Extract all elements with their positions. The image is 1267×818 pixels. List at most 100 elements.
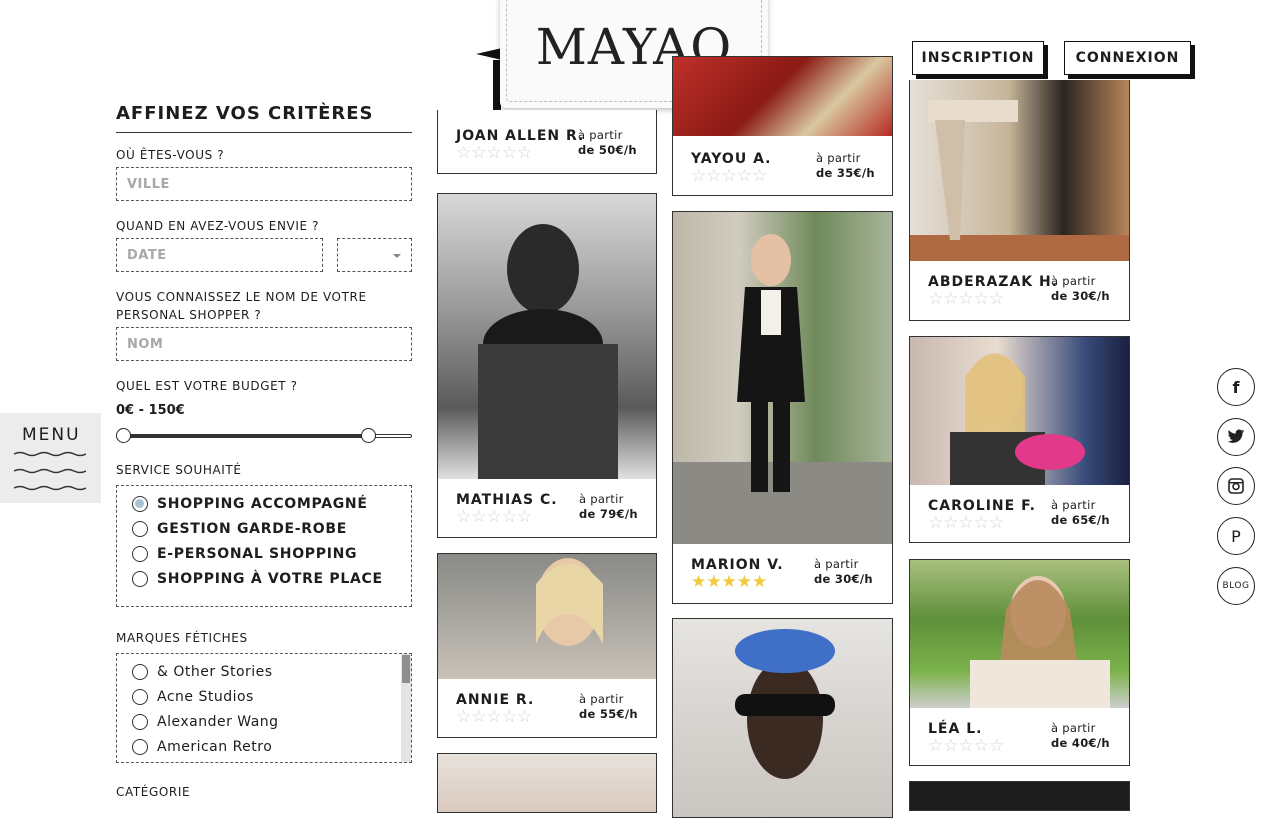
brands-label: MARQUES FÉTICHES bbox=[116, 631, 248, 645]
brand-option-label: American Retro bbox=[157, 739, 273, 755]
budget-range-value: 0€ - 150€ bbox=[116, 403, 185, 418]
inscription-button[interactable]: INSCRIPTION bbox=[912, 41, 1044, 75]
price-rate: de 40€/h bbox=[1051, 736, 1110, 750]
time-select[interactable] bbox=[337, 238, 412, 272]
radio-icon bbox=[132, 664, 148, 680]
date-input[interactable]: DATE bbox=[116, 238, 323, 272]
rating-stars-icon: ☆☆☆☆☆ bbox=[456, 707, 533, 727]
radio-icon bbox=[132, 689, 148, 705]
instagram-icon[interactable] bbox=[1217, 467, 1255, 505]
budget-label: QUEL EST VOTRE BUDGET ? bbox=[116, 379, 298, 393]
price-from: à partir bbox=[814, 557, 859, 571]
shopper-name-input[interactable]: NOM bbox=[116, 327, 412, 361]
shopper-card[interactable] bbox=[909, 781, 1130, 811]
brand-option[interactable]: & Other Stories bbox=[132, 664, 273, 680]
service-option-label: E-PERSONAL SHOPPING bbox=[157, 546, 358, 562]
when-label: QUAND EN AVEZ-VOUS ENVIE ? bbox=[116, 219, 320, 233]
twitter-bird-icon bbox=[1227, 429, 1245, 443]
pinterest-icon[interactable]: P bbox=[1217, 517, 1255, 555]
radio-icon bbox=[132, 521, 148, 537]
brands-scrollbar-thumb[interactable] bbox=[402, 655, 410, 683]
service-option[interactable]: E-PERSONAL SHOPPING bbox=[132, 546, 357, 562]
price-rate: de 30€/h bbox=[1051, 289, 1110, 303]
radio-icon bbox=[132, 571, 148, 587]
shopper-card[interactable] bbox=[437, 753, 657, 813]
shopper-card[interactable]: CAROLINE F. à partir de 65€/h ☆☆☆☆☆ bbox=[909, 336, 1130, 543]
twitter-icon[interactable] bbox=[1217, 418, 1255, 456]
shopper-photo bbox=[673, 212, 892, 544]
shopper-price: à partir de 40€/h bbox=[1051, 721, 1110, 751]
city-input[interactable]: VILLE bbox=[116, 167, 412, 201]
shopper-card[interactable]: ANNIE R. à partir de 55€/h ☆☆☆☆☆ bbox=[437, 553, 657, 738]
service-option[interactable]: SHOPPING ACCOMPAGNÉ bbox=[132, 496, 368, 512]
rating-stars-icon: ☆☆☆☆☆ bbox=[691, 166, 768, 186]
where-label: OÙ ÊTES-VOUS ? bbox=[116, 148, 225, 162]
budget-slider-max-handle[interactable] bbox=[361, 428, 376, 443]
connexion-button[interactable]: CONNEXION bbox=[1064, 41, 1191, 75]
facebook-icon[interactable]: f bbox=[1217, 368, 1255, 406]
price-from: à partir bbox=[579, 692, 624, 706]
price-rate: de 55€/h bbox=[579, 707, 638, 721]
shopper-price: à partir de 35€/h bbox=[816, 151, 875, 181]
brand-option[interactable]: Acne Studios bbox=[132, 689, 254, 705]
rating-stars-icon: ☆☆☆☆☆ bbox=[456, 143, 533, 163]
shopper-photo bbox=[438, 754, 656, 812]
shopper-name: MARION V. bbox=[691, 557, 784, 573]
shopper-price: à partir de 30€/h bbox=[814, 557, 873, 587]
filters-divider bbox=[116, 132, 412, 133]
budget-slider-fill bbox=[124, 434, 369, 438]
menu-button[interactable]: MENU bbox=[0, 413, 101, 503]
rating-stars-icon: ☆☆☆☆☆ bbox=[928, 736, 1005, 756]
chevron-down-icon bbox=[393, 254, 401, 258]
shopper-card[interactable]: JOAN ALLEN R. à partir de 50€/h ☆☆☆☆☆ bbox=[437, 110, 657, 174]
brands-scrollbar[interactable] bbox=[401, 654, 411, 762]
rating-stars-icon: ☆☆☆☆☆ bbox=[928, 289, 1005, 309]
price-from: à partir bbox=[816, 151, 861, 165]
shopper-name: MATHIAS C. bbox=[456, 492, 558, 508]
shopper-photo bbox=[438, 194, 656, 479]
price-from: à partir bbox=[579, 492, 624, 506]
shopper-card[interactable]: MATHIAS C. à partir de 79€/h ☆☆☆☆☆ bbox=[437, 193, 657, 538]
brand-option[interactable]: American Retro bbox=[132, 739, 272, 755]
shopper-name: ANNIE R. bbox=[456, 692, 535, 708]
category-label: CATÉGORIE bbox=[116, 785, 191, 799]
radio-icon bbox=[132, 714, 148, 730]
brand-option[interactable]: Alexander Wang bbox=[132, 714, 279, 730]
service-option-label: SHOPPING ACCOMPAGNÉ bbox=[157, 496, 368, 512]
shopper-photo bbox=[910, 560, 1129, 708]
blog-link[interactable]: BLOG bbox=[1217, 567, 1255, 605]
price-from: à partir bbox=[578, 128, 623, 142]
shopper-price: à partir de 79€/h bbox=[579, 492, 638, 522]
shopper-card[interactable]: MARION V. à partir de 30€/h ★★★★★ bbox=[672, 211, 893, 604]
service-option[interactable]: SHOPPING À VOTRE PLACE bbox=[132, 571, 383, 587]
shopper-photo bbox=[673, 619, 892, 817]
shopper-photo bbox=[910, 80, 1129, 261]
shopper-price: à partir de 30€/h bbox=[1051, 274, 1110, 304]
price-from: à partir bbox=[1051, 721, 1096, 735]
brand-option-label: Alexander Wang bbox=[157, 714, 279, 730]
price-rate: de 65€/h bbox=[1051, 513, 1110, 527]
shopper-price: à partir de 55€/h bbox=[579, 692, 638, 722]
service-label: SERVICE SOUHAITÉ bbox=[116, 463, 242, 477]
shopper-card[interactable]: YAYOU A. à partir de 35€/h ☆☆☆☆☆ bbox=[672, 56, 893, 196]
budget-slider-min-handle[interactable] bbox=[116, 428, 131, 443]
shopper-card[interactable]: LÉA L. à partir de 40€/h ☆☆☆☆☆ bbox=[909, 559, 1130, 766]
rating-stars-icon: ☆☆☆☆☆ bbox=[456, 507, 533, 527]
shopper-card[interactable] bbox=[672, 618, 893, 818]
service-option-label: GESTION GARDE-ROBE bbox=[157, 521, 348, 537]
instagram-glyph-icon bbox=[1228, 478, 1244, 494]
shopper-name: ABDERAZAK H. bbox=[928, 274, 1059, 290]
shopper-name: LÉA L. bbox=[928, 721, 983, 737]
service-options: SHOPPING ACCOMPAGNÉ GESTION GARDE-ROBE E… bbox=[116, 485, 412, 607]
shopper-photo bbox=[438, 554, 656, 679]
shopper-card[interactable]: ABDERAZAK H. à partir de 30€/h ☆☆☆☆☆ bbox=[909, 80, 1130, 321]
name-label: VOUS CONNAISSEZ LE NOM DE VOTRE PERSONAL… bbox=[116, 290, 367, 322]
service-option[interactable]: GESTION GARDE-ROBE bbox=[132, 521, 347, 537]
price-rate: de 30€/h bbox=[814, 572, 873, 586]
shopper-price: à partir de 50€/h bbox=[578, 128, 637, 158]
price-from: à partir bbox=[1051, 274, 1096, 288]
menu-wave-icon bbox=[14, 468, 86, 474]
price-rate: de 35€/h bbox=[816, 166, 875, 180]
brands-list: & Other Stories Acne Studios Alexander W… bbox=[116, 653, 412, 763]
shopper-price: à partir de 65€/h bbox=[1051, 498, 1110, 528]
